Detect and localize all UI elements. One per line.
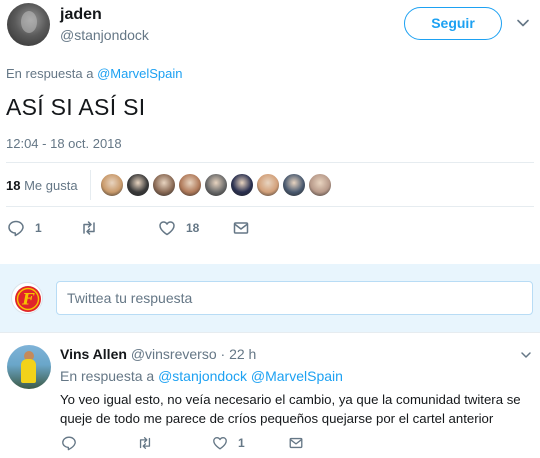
follow-button[interactable]: Seguir <box>404 7 502 40</box>
heart-icon <box>213 437 227 450</box>
envelope-icon <box>289 437 303 449</box>
heart-icon <box>159 221 175 236</box>
time-separator: · <box>216 346 230 362</box>
user-avatar[interactable]: F <box>11 282 43 314</box>
author-name[interactable]: jaden <box>60 6 102 24</box>
tweet-text: ASÍ SI ASÍ SI <box>6 94 146 120</box>
reply-author-handle[interactable]: @vinsreverso <box>131 346 217 362</box>
retweet-action[interactable] <box>80 218 108 238</box>
chevron-down-icon[interactable] <box>520 349 532 361</box>
reply-prefix: En respuesta a <box>6 66 98 81</box>
stat-separator <box>90 170 91 200</box>
reply-count: 1 <box>35 221 42 235</box>
mention-link[interactable]: @MarvelSpain <box>251 368 343 384</box>
mention-link[interactable]: @MarvelSpain <box>97 66 182 81</box>
reply-time[interactable]: 22 h <box>229 346 256 362</box>
envelope-icon <box>233 222 249 234</box>
liker-avatar[interactable] <box>152 173 176 197</box>
reply-action[interactable]: 1 <box>7 218 42 238</box>
liker-avatar[interactable] <box>230 173 254 197</box>
retweet-action[interactable] <box>137 433 163 453</box>
user-avatar-logo: F <box>15 286 41 312</box>
direct-message-action[interactable] <box>288 433 304 453</box>
reply-tweet: Vins Allen @vinsreverso · 22 h En respue… <box>0 332 540 458</box>
liker-avatar[interactable] <box>256 173 280 197</box>
liker-avatar[interactable] <box>100 173 124 197</box>
like-count: 1 <box>238 436 245 450</box>
reply-icon <box>8 220 24 237</box>
likes-stat[interactable]: 18 Me gusta <box>6 178 78 193</box>
likes-label: Me gusta <box>24 178 78 193</box>
liker-avatar[interactable] <box>204 173 228 197</box>
likes-number: 18 <box>6 178 21 193</box>
reply-context: En respuesta a @stanjondock @MarvelSpain <box>60 368 343 384</box>
like-action[interactable]: 1 <box>212 433 245 453</box>
liker-avatar[interactable] <box>282 173 306 197</box>
avatar-letter: F <box>21 290 35 309</box>
reply-text: Yo veo igual esto, no veía necesario el … <box>60 392 521 426</box>
reply-actions: 1 <box>0 433 540 455</box>
reply-context: En respuesta a @MarvelSpain <box>6 66 183 81</box>
reply-action[interactable] <box>61 433 87 453</box>
tweet-actions: 1 18 <box>0 218 540 240</box>
tweet-timestamp[interactable]: 12:04 - 18 oct. 2018 <box>6 136 122 151</box>
reply-author-avatar[interactable] <box>7 345 51 389</box>
chevron-down-icon[interactable] <box>516 16 530 30</box>
main-tweet: jaden @stanjondock Seguir En respuesta a… <box>0 0 540 262</box>
retweet-icon <box>139 437 151 449</box>
like-action[interactable]: 18 <box>158 218 199 238</box>
divider <box>6 206 534 207</box>
author-avatar[interactable] <box>7 3 50 46</box>
like-count: 18 <box>186 221 200 235</box>
reply-composer: F Twittea tu respuesta <box>0 264 540 332</box>
reply-prefix: En respuesta a <box>60 368 159 384</box>
reply-author-name[interactable]: Vins Allen <box>60 346 127 362</box>
reply-icon <box>62 436 76 451</box>
liker-avatar[interactable] <box>178 173 202 197</box>
reply-input[interactable]: Twittea tu respuesta <box>56 281 533 315</box>
reply-header: Vins Allen @vinsreverso · 22 h <box>60 346 256 362</box>
liker-avatar[interactable] <box>308 173 332 197</box>
direct-message-action[interactable] <box>232 218 250 238</box>
mention-link[interactable]: @stanjondock <box>158 368 247 384</box>
retweet-icon <box>83 221 95 235</box>
avatar-figure-body <box>21 359 36 383</box>
divider <box>6 162 534 163</box>
author-handle[interactable]: @stanjondock <box>60 27 149 43</box>
liker-avatar[interactable] <box>126 173 150 197</box>
